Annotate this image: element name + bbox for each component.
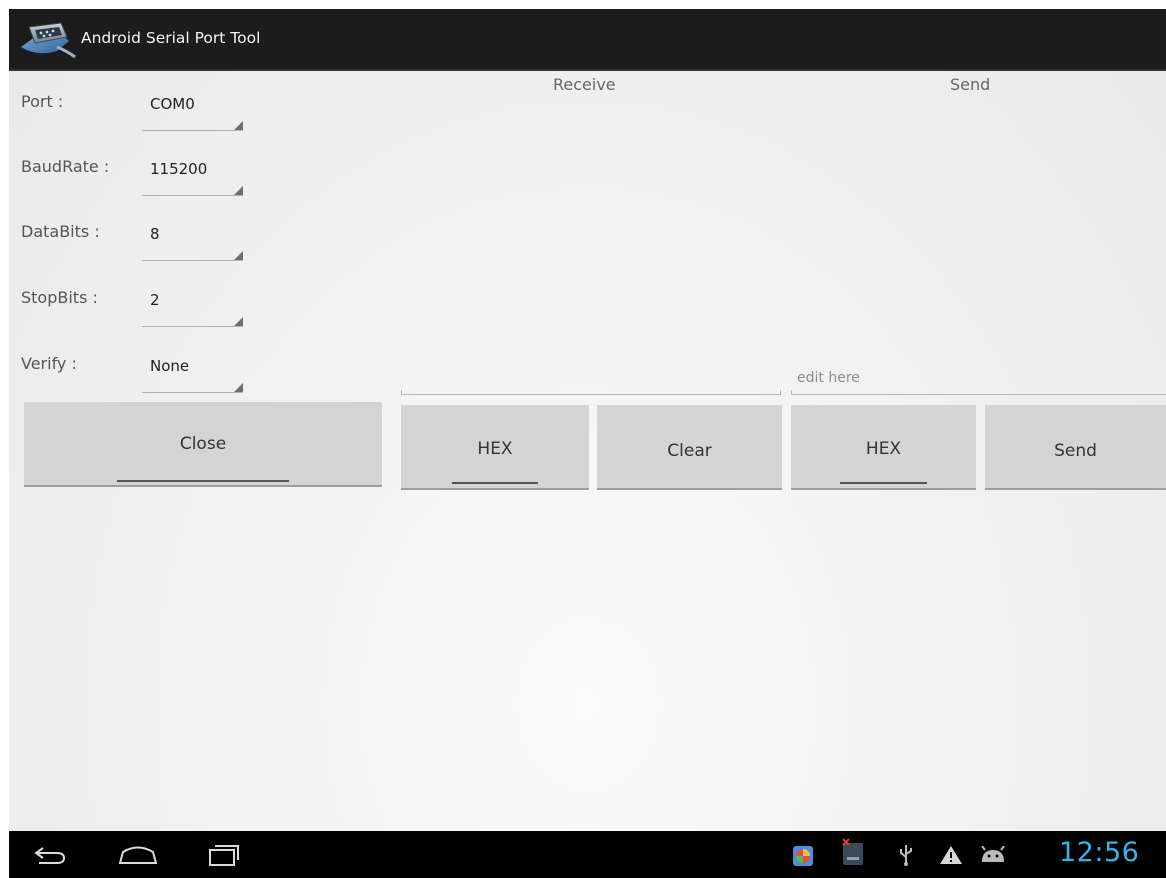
clear-button-label: Clear — [667, 441, 712, 461]
system-nav-bar: 12:56 — [9, 831, 1166, 878]
baudrate-value: 115200 — [150, 160, 208, 178]
port-value: COM0 — [150, 95, 195, 113]
spinner-underline — [142, 392, 243, 393]
baudrate-spinner[interactable]: 115200 — [142, 140, 243, 196]
receive-text-area[interactable] — [401, 107, 781, 395]
send-hex-label: HEX — [865, 439, 902, 459]
port-spinner[interactable]: COM0 — [142, 75, 243, 131]
receive-hex-indicator — [452, 482, 538, 484]
serial-port-app-icon — [21, 22, 76, 59]
dropdown-arrow-icon — [234, 383, 243, 392]
send-input-placeholder: edit here — [797, 370, 860, 386]
baudrate-label: BaudRate : — [21, 157, 110, 176]
stopbits-value: 2 — [150, 291, 160, 309]
send-button-label: Send — [1054, 441, 1097, 461]
home-icon[interactable] — [117, 842, 159, 866]
send-button[interactable]: Send — [985, 405, 1166, 490]
dropdown-arrow-icon — [234, 317, 243, 326]
dropdown-arrow-icon — [234, 186, 243, 195]
back-icon[interactable] — [33, 845, 67, 867]
databits-spinner[interactable]: 8 — [142, 205, 243, 261]
send-hex-indicator — [840, 482, 927, 484]
verify-label: Verify : — [21, 354, 77, 373]
dropdown-arrow-icon — [234, 121, 243, 130]
close-button[interactable]: Close — [24, 402, 382, 487]
receive-area-tick — [780, 390, 781, 395]
verify-spinner[interactable]: None — [142, 337, 243, 393]
spinner-underline — [142, 130, 243, 131]
send-hex-toggle-button[interactable]: HEX — [791, 405, 976, 490]
usb-icon — [900, 845, 912, 866]
receive-area-underline — [401, 394, 781, 395]
warning-icon — [940, 846, 962, 864]
android-debug-icon — [981, 846, 1005, 862]
dropdown-arrow-icon — [234, 251, 243, 260]
receive-hex-toggle-button[interactable]: HEX — [401, 405, 589, 490]
recent-apps-icon[interactable] — [207, 843, 241, 867]
databits-label: DataBits : — [21, 222, 100, 241]
title-bar: Android Serial Port Tool — [9, 9, 1166, 71]
databits-value: 8 — [150, 225, 160, 243]
send-input[interactable]: edit here — [791, 365, 1166, 395]
close-button-indicator — [117, 480, 289, 482]
receive-header: Receive — [553, 75, 616, 94]
app-window: Android Serial Port Tool Port : COM0 Bau… — [9, 9, 1166, 878]
receive-hex-label: HEX — [477, 439, 513, 459]
verify-value: None — [150, 357, 190, 375]
spinner-underline — [142, 260, 243, 261]
clear-button[interactable]: Clear — [597, 405, 782, 490]
status-clock: 12:56 — [1059, 837, 1140, 868]
send-input-tick — [791, 390, 792, 395]
send-input-underline — [791, 394, 1166, 395]
close-button-label: Close — [179, 434, 227, 454]
stopbits-label: StopBits : — [21, 288, 98, 307]
port-label: Port : — [21, 92, 64, 111]
app-title: Android Serial Port Tool — [81, 29, 261, 47]
spinner-underline — [142, 326, 243, 327]
colorful-app-icon[interactable] — [792, 845, 814, 867]
spinner-underline — [142, 195, 243, 196]
stopbits-spinner[interactable]: 2 — [142, 271, 243, 327]
send-header: Send — [950, 75, 991, 94]
receive-area-tick — [401, 390, 402, 395]
dark-app-icon[interactable] — [841, 837, 865, 867]
